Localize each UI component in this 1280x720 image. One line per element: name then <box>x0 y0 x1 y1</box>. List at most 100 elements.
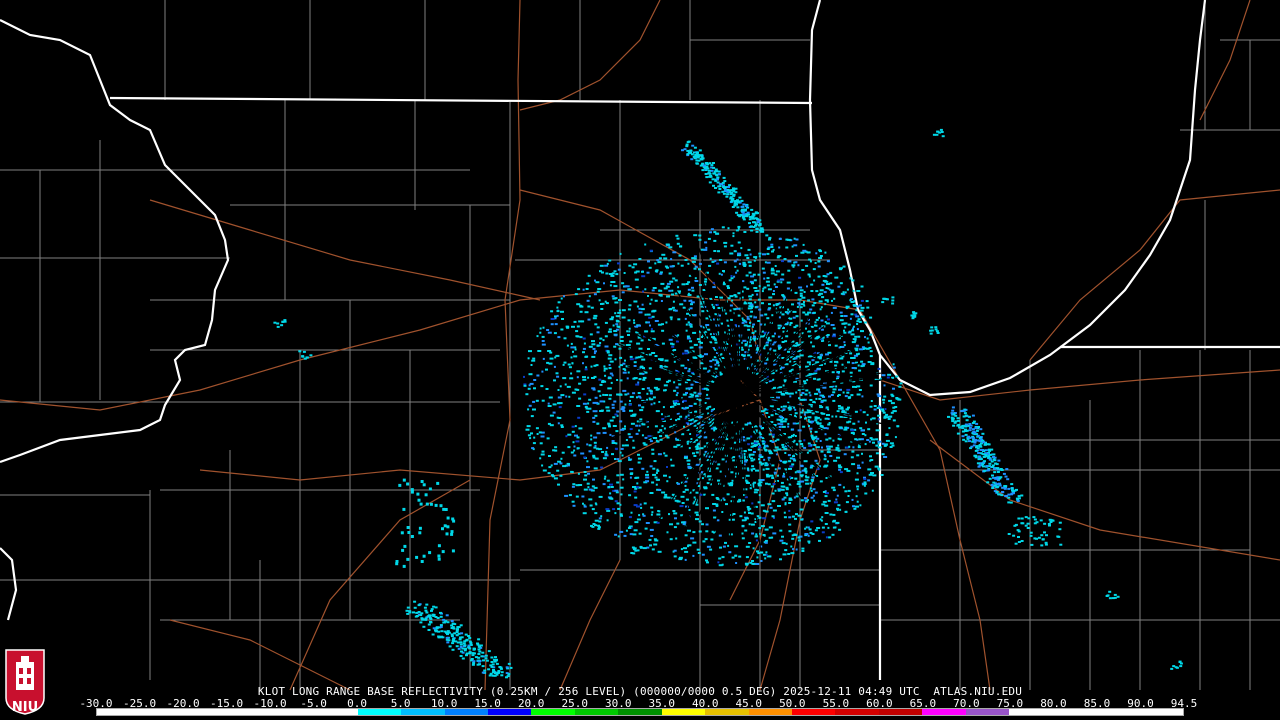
echo-pixel <box>997 482 1001 485</box>
echo-pixel <box>648 397 651 400</box>
echo-pixel <box>689 340 693 343</box>
echo-pixel <box>875 429 880 432</box>
echo-pixel <box>669 538 673 541</box>
echo-pixel <box>888 399 893 402</box>
echo-pixel <box>656 521 660 524</box>
echo-pixel <box>814 321 817 324</box>
echo-pixel <box>848 445 851 448</box>
echo-pixel <box>722 283 726 286</box>
echo-pixel <box>877 440 882 443</box>
echo-pixel <box>811 345 815 348</box>
echo-pixel <box>611 453 614 456</box>
echo-pixel <box>737 292 741 295</box>
echo-pixel <box>619 451 622 454</box>
echo-pixel <box>867 468 872 471</box>
echo-pixel <box>622 410 626 412</box>
echo-pixel <box>695 518 699 521</box>
echo-pixel <box>689 323 692 325</box>
colorbar-segment <box>1139 709 1183 715</box>
echo-pixel <box>817 335 820 338</box>
echo-pixel <box>484 657 488 660</box>
echo-pixel <box>602 393 605 396</box>
echo-pixel <box>600 466 604 469</box>
echo-pixel <box>718 557 722 560</box>
echo-pixel <box>546 329 550 331</box>
echo-pixel <box>746 257 750 259</box>
echo-pixel <box>783 516 787 519</box>
echo-pixel <box>689 433 692 435</box>
echo-pixel <box>556 375 560 378</box>
echo-pixel <box>674 431 677 434</box>
echo-pixel <box>714 359 718 362</box>
echo-pixel <box>714 260 717 262</box>
echo-pixel <box>628 264 632 267</box>
echo-pixel <box>487 668 491 671</box>
echo-pixel <box>478 663 481 666</box>
echo-pixel <box>575 440 580 443</box>
echo-pixel <box>541 399 545 402</box>
echo-pixel <box>889 442 894 445</box>
echo-pixel <box>824 303 827 306</box>
echo-pixel <box>860 330 864 333</box>
echo-pixel <box>822 500 827 503</box>
echo-pixel <box>657 510 660 512</box>
echo-pixel <box>614 458 616 460</box>
echo-pixel <box>709 175 713 177</box>
echo-pixel <box>733 260 737 263</box>
echo-pixel <box>587 376 590 379</box>
echo-pixel <box>722 176 726 179</box>
echo-pixel <box>990 460 994 463</box>
echo-pixel <box>806 499 809 502</box>
echo-pixel <box>540 385 544 388</box>
echo-pixel <box>1108 597 1112 600</box>
echo-pixel <box>679 303 684 306</box>
echo-pixel <box>861 461 864 464</box>
echo-pixel <box>432 605 436 608</box>
echo-pixel <box>713 427 718 430</box>
echo-pixel <box>677 418 681 421</box>
echo-pixel <box>684 259 688 261</box>
echo-pixel <box>698 399 702 402</box>
echo-pixel <box>687 288 691 291</box>
echo-pixel <box>798 485 802 488</box>
echo-pixel <box>783 461 787 464</box>
echo-pixel <box>892 387 895 390</box>
echo-pixel <box>795 254 798 257</box>
echo-pixel <box>1040 534 1044 537</box>
echo-pixel <box>856 320 860 323</box>
echo-pixel <box>804 497 807 500</box>
echo-pixel <box>992 481 996 484</box>
echo-pixel <box>591 340 595 343</box>
echo-pixel <box>682 400 684 403</box>
echo-pixel <box>642 367 645 370</box>
echo-pixel <box>699 493 703 496</box>
echo-pixel <box>997 493 1001 496</box>
echo-pixel <box>417 604 421 607</box>
echo-pixel <box>657 478 660 481</box>
echo-pixel <box>565 395 568 398</box>
echo-pixel <box>728 518 731 521</box>
echo-pixel <box>774 273 778 276</box>
echo-pixel <box>557 336 561 339</box>
echo-pixel <box>571 485 575 488</box>
echo-pixel <box>883 456 888 458</box>
echo-pixel <box>848 330 852 333</box>
echo-pixel <box>576 405 581 407</box>
echo-pixel <box>636 305 639 308</box>
echo-pixel <box>850 394 854 397</box>
echo-pixel <box>850 429 855 432</box>
echo-pixel <box>764 510 769 513</box>
echo-pixel <box>680 548 683 551</box>
echo-pixel <box>785 392 789 395</box>
echo-pixel <box>735 271 738 274</box>
echo-pixel <box>752 323 755 326</box>
echo-pixel <box>636 396 638 399</box>
echo-pixel <box>973 441 977 444</box>
echo-pixel <box>623 272 626 274</box>
echo-pixel <box>623 534 627 537</box>
echo-pixel <box>695 448 699 451</box>
echo-pixel <box>662 406 665 409</box>
echo-pixel <box>772 435 775 438</box>
echo-pixel <box>774 265 777 267</box>
echo-pixel <box>789 392 794 395</box>
